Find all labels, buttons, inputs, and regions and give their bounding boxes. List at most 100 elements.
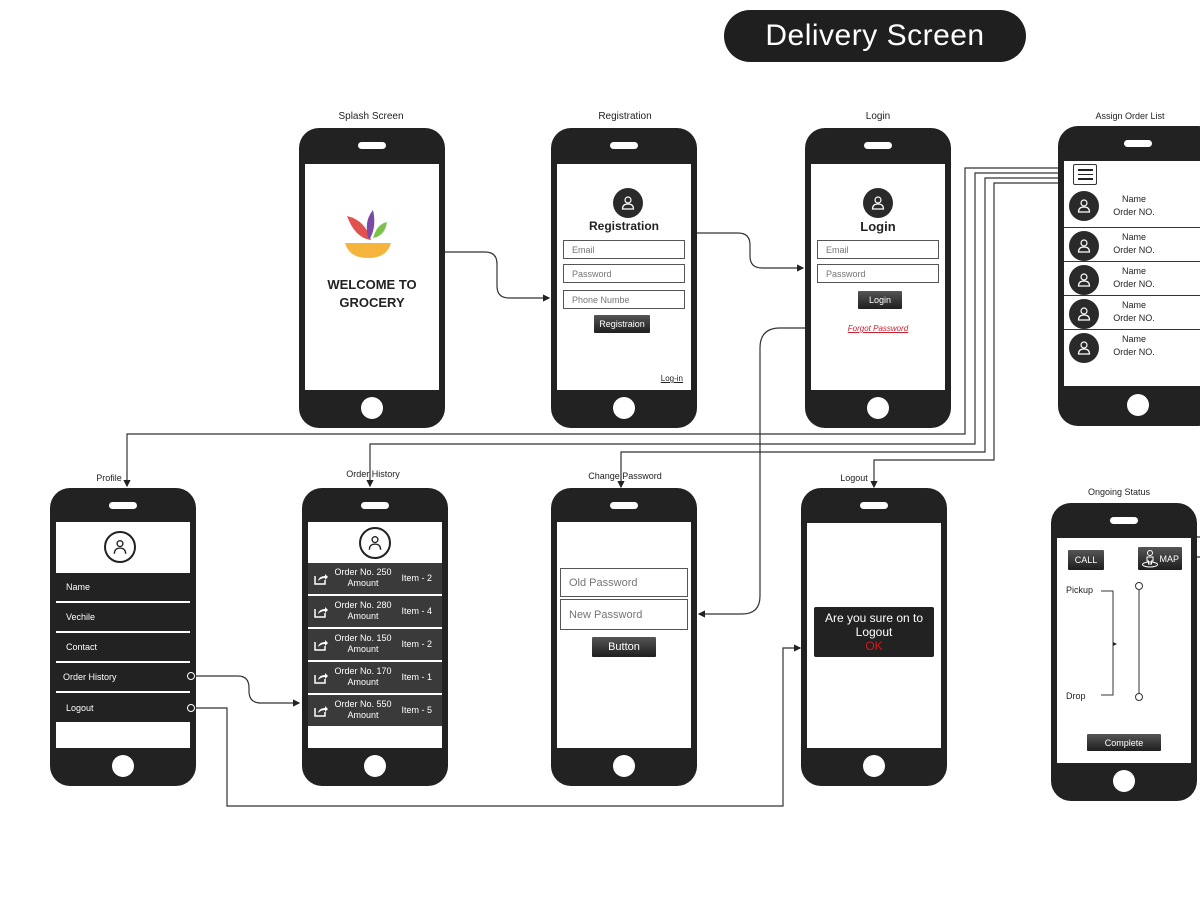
new-password-field[interactable] xyxy=(560,599,688,630)
label-login: Login xyxy=(865,111,891,122)
order-name: Name xyxy=(1121,300,1146,310)
order-amount: Amount xyxy=(347,710,379,720)
user-avatar-icon xyxy=(1069,191,1099,221)
share-icon xyxy=(314,706,328,717)
home-button xyxy=(1113,770,1135,792)
forgot-password-link[interactable]: Forgot Password xyxy=(811,324,945,333)
user-avatar-icon xyxy=(1069,333,1099,363)
speaker xyxy=(610,142,638,149)
order-history-row[interactable]: Order No. 550 Amount Item - 5 xyxy=(308,695,442,726)
connector-port xyxy=(187,672,195,680)
home-button xyxy=(112,755,134,777)
password-field[interactable] xyxy=(817,264,939,283)
phone-registration: Registration Registraion Log-in xyxy=(551,128,697,428)
order-name: Name xyxy=(1121,266,1146,276)
label-order-history: Order History xyxy=(346,469,400,479)
order-number: Order No. 150 xyxy=(334,633,392,643)
phone-login: Login Login Forgot Password xyxy=(805,128,951,428)
home-button xyxy=(613,755,635,777)
order-amount: Amount xyxy=(347,677,379,687)
share-icon xyxy=(314,607,328,618)
share-icon xyxy=(314,673,328,684)
order-list-item[interactable]: Name Order NO. xyxy=(1064,296,1200,330)
label-logout: Logout xyxy=(840,473,868,483)
order-number: Order No. 550 xyxy=(334,699,392,709)
speaker xyxy=(860,502,888,509)
order-number: Order No. 170 xyxy=(334,666,392,676)
share-icon xyxy=(314,574,328,585)
speaker xyxy=(610,502,638,509)
connector-registration-login xyxy=(697,232,805,272)
label-profile: Profile xyxy=(96,473,122,483)
order-list-item[interactable]: Name Order NO. xyxy=(1064,228,1200,262)
welcome-text-line2: GROCERY xyxy=(339,295,405,310)
order-name: Name xyxy=(1121,194,1146,204)
login-submit-button[interactable]: Login xyxy=(858,291,902,309)
user-avatar-icon xyxy=(1069,299,1099,329)
profile-menu-vehicle[interactable]: Vechile xyxy=(56,603,190,631)
user-avatar-icon xyxy=(1069,265,1099,295)
phone-profile: Name Vechile Contact Order History Logou… xyxy=(50,488,196,786)
order-number: Order No. 250 xyxy=(334,567,392,577)
dialog-message-line1: Are you sure on to xyxy=(824,611,924,625)
order-list-item[interactable]: Name Order NO. xyxy=(1064,330,1200,364)
order-items: Item - 5 xyxy=(401,705,432,715)
order-history-row[interactable]: Order No. 170 Amount Item - 1 xyxy=(308,662,442,693)
profile-avatar-icon xyxy=(104,531,136,563)
registration-submit-button[interactable]: Registraion xyxy=(594,315,650,333)
complete-button[interactable]: Complete xyxy=(1087,734,1161,751)
order-number: Order NO. xyxy=(1113,245,1155,255)
speaker xyxy=(1110,517,1138,524)
old-password-field[interactable] xyxy=(560,568,688,597)
welcome-text-line1: WELCOME TO xyxy=(327,277,417,292)
label-assign-order-list: Assign Order List xyxy=(1095,111,1165,121)
speaker xyxy=(864,142,892,149)
ok-button[interactable]: OK xyxy=(814,639,934,653)
order-amount: Amount xyxy=(347,578,379,588)
profile-menu-logout[interactable]: Logout xyxy=(56,693,190,722)
speaker xyxy=(1124,140,1152,147)
order-items: Item - 2 xyxy=(401,573,432,583)
user-avatar-icon xyxy=(863,188,893,218)
email-field[interactable] xyxy=(563,240,685,259)
connector-profile-order-history xyxy=(193,675,301,707)
profile-menu-name[interactable]: Name xyxy=(56,573,190,601)
hamburger-menu-icon[interactable] xyxy=(1073,164,1097,185)
home-button xyxy=(863,755,885,777)
order-history-row[interactable]: Order No. 250 Amount Item - 2 xyxy=(308,563,442,594)
connector-port xyxy=(187,704,195,712)
phone-splash-screen: WELCOME TO GROCERY xyxy=(299,128,445,428)
order-history-row[interactable]: Order No. 280 Amount Item - 4 xyxy=(308,596,442,627)
home-button xyxy=(364,755,386,777)
phone-number-field[interactable] xyxy=(563,290,685,309)
speaker xyxy=(361,502,389,509)
order-number: Order NO. xyxy=(1113,347,1155,357)
dialog-message-line2: Logout xyxy=(855,625,893,639)
speaker xyxy=(358,142,386,149)
change-password-button[interactable]: Button xyxy=(592,637,656,657)
phone-ongoing-status: CALL MAP Pickup Drop Complete xyxy=(1051,503,1197,801)
phone-order-history: Order No. 250 Amount Item - 2 Order No. 2… xyxy=(302,488,448,786)
email-field[interactable] xyxy=(817,240,939,259)
login-heading: Login xyxy=(860,219,896,234)
grocery-logo-icon xyxy=(345,210,391,258)
label-registration: Registration xyxy=(598,111,652,122)
profile-menu-contact[interactable]: Contact xyxy=(56,633,190,661)
connector-menu-order-history xyxy=(366,172,1072,488)
profile-menu-order-history[interactable]: Order History xyxy=(56,663,190,691)
logout-confirm-dialog: Are you sure on to Logout OK xyxy=(814,607,934,657)
order-list-item[interactable]: Name Order NO. xyxy=(1064,262,1200,296)
diagram-title: Delivery Screen xyxy=(724,10,1026,62)
order-history-row[interactable]: Order No. 150 Amount Item - 2 xyxy=(308,629,442,660)
login-link[interactable]: Log-in xyxy=(661,374,683,383)
phone-change-password: Button xyxy=(551,488,697,786)
label-change-password: Change Password xyxy=(588,471,662,481)
share-icon xyxy=(314,640,328,651)
user-avatar-icon xyxy=(1069,231,1099,261)
order-items: Item - 2 xyxy=(401,639,432,649)
password-field[interactable] xyxy=(563,264,685,283)
user-avatar-icon xyxy=(613,188,643,218)
home-button xyxy=(361,397,383,419)
order-list-item[interactable]: Name Order NO. xyxy=(1064,188,1200,228)
connector-splash-registration xyxy=(441,251,551,302)
